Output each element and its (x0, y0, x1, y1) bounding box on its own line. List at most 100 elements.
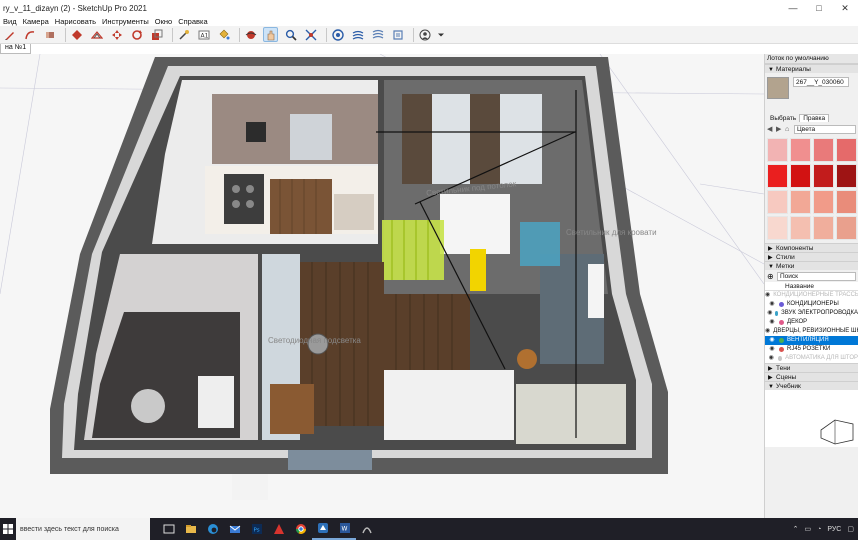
visibility-eye-icon[interactable]: ◉ (765, 291, 770, 300)
notifications-icon[interactable]: ▢ (847, 525, 854, 533)
tag-row[interactable]: ◉ АВТОМАТИКА ДЛЯ ШТОР (765, 354, 858, 363)
tab-scene-1[interactable]: на №1 (0, 44, 32, 54)
scale-icon[interactable] (149, 27, 164, 42)
color-swatch[interactable] (767, 190, 788, 214)
menu-help[interactable]: Справка (175, 17, 210, 26)
color-swatch[interactable] (790, 164, 811, 188)
tag-row[interactable]: ◉ ЗВУК ЭЛЕКТРОПРОВОДКА (765, 309, 858, 318)
tag-row[interactable]: ◉ КОНДИЦИОНЕРЫ (765, 300, 858, 309)
minimize-button[interactable]: — (780, 0, 806, 16)
visibility-eye-icon[interactable]: ◉ (765, 336, 779, 345)
panel-tags[interactable]: ▼ Метки (765, 261, 858, 270)
sketchup-icon[interactable] (312, 518, 334, 540)
zoom-extents-icon[interactable] (303, 27, 318, 42)
text-tool-icon[interactable]: A1 (196, 27, 211, 42)
pan-hand-icon[interactable] (263, 27, 278, 42)
file-explorer-icon[interactable] (180, 518, 202, 540)
color-swatch[interactable] (813, 190, 834, 214)
warehouse-icon[interactable] (330, 27, 345, 42)
autocad-icon[interactable] (268, 518, 290, 540)
panel-shadows[interactable]: ▶ Тени (765, 363, 858, 372)
offset-icon[interactable] (89, 27, 104, 42)
add-tag-icon[interactable]: ⊕ (767, 272, 777, 281)
chevron-down-icon[interactable] (437, 27, 445, 42)
tag-color-icon[interactable] (779, 347, 784, 352)
color-swatch[interactable] (767, 138, 788, 162)
color-swatch[interactable] (790, 138, 811, 162)
tag-row[interactable]: ◉ ВЕНТИЛЯЦИЯ (765, 336, 858, 345)
account-icon[interactable] (417, 27, 432, 42)
forward-arrow-icon[interactable]: ▶ (776, 125, 785, 133)
visibility-eye-icon[interactable]: ◉ (765, 354, 778, 363)
word-icon[interactable]: W (334, 518, 356, 540)
move-icon[interactable] (109, 27, 124, 42)
chevron-up-icon[interactable]: ⌃ (793, 525, 799, 533)
panel-scenes[interactable]: ▶ Сцены (765, 372, 858, 381)
tag-color-icon[interactable] (774, 311, 779, 316)
color-swatch[interactable] (836, 164, 857, 188)
color-swatch[interactable] (836, 138, 857, 162)
push-pull-icon[interactable] (69, 27, 84, 42)
menu-view[interactable]: Вид (0, 17, 20, 26)
material-name-field[interactable]: 267__Y_030060 (793, 77, 849, 87)
color-swatch[interactable] (813, 164, 834, 188)
tag-row[interactable]: ◉ДВЕРЦЫ, РЕВИЗИОННЫЕ ШКАФЫ (765, 327, 858, 336)
task-view-icon[interactable] (158, 518, 180, 540)
photoshop-icon[interactable]: Ps (246, 518, 268, 540)
volume-icon[interactable]: ◔ (817, 526, 821, 533)
tape-measure-icon[interactable] (176, 27, 191, 42)
menu-draw[interactable]: Нарисовать (52, 17, 99, 26)
back-arrow-icon[interactable]: ◀ (767, 125, 776, 133)
extension-warehouse-icon[interactable] (350, 27, 365, 42)
chrome-icon[interactable] (290, 518, 312, 540)
panel-components[interactable]: ▶ Компоненты (765, 243, 858, 252)
menu-window[interactable]: Окно (152, 17, 175, 26)
orbit-icon[interactable] (243, 27, 258, 42)
maximize-button[interactable]: □ (806, 0, 832, 16)
paint-bucket-icon[interactable] (216, 27, 231, 42)
tag-color-icon[interactable] (777, 356, 783, 361)
windows-start-icon[interactable] (0, 518, 16, 540)
tag-color-icon[interactable] (779, 338, 784, 343)
visibility-eye-icon[interactable]: ◉ (765, 300, 779, 309)
tags-search-input[interactable]: Поиск (777, 271, 856, 281)
color-swatch[interactable] (836, 216, 857, 240)
menu-tools[interactable]: Инструменты (99, 17, 152, 26)
edge-icon[interactable] (202, 518, 224, 540)
eraser-tool-icon[interactable] (42, 27, 57, 42)
tag-row[interactable]: ◉ RJ45 РОЗЕТКИ (765, 345, 858, 354)
taskbar-search[interactable]: ввести здесь текст для поиска (16, 518, 150, 540)
tag-row[interactable]: ◉ ДЕКОР (765, 318, 858, 327)
layout-icon[interactable] (370, 27, 385, 42)
panel-styles[interactable]: ▶ Стили (765, 252, 858, 261)
tag-row[interactable]: ◉ КОНДИЦИОНЕРНЫЕ ТРАССЫ (765, 291, 858, 300)
close-button[interactable]: ✕ (832, 0, 858, 16)
zoom-icon[interactable] (283, 27, 298, 42)
color-swatch[interactable] (813, 138, 834, 162)
color-swatch[interactable] (790, 190, 811, 214)
tag-color-icon[interactable] (779, 302, 784, 307)
visibility-eye-icon[interactable]: ◉ (765, 318, 779, 327)
color-swatch[interactable] (767, 164, 788, 188)
visibility-eye-icon[interactable]: ◉ (765, 345, 779, 354)
model-viewport[interactable]: Светильник под потолок Светильник для кр… (0, 54, 764, 518)
tab-edit[interactable]: Правка (799, 114, 830, 122)
panel-materials[interactable]: ▼ Материалы (765, 64, 858, 73)
color-swatch[interactable] (813, 216, 834, 240)
color-swatch[interactable] (767, 216, 788, 240)
rotate-icon[interactable] (129, 27, 144, 42)
menu-camera[interactable]: Камера (20, 17, 52, 26)
color-swatch[interactable] (836, 190, 857, 214)
mail-icon[interactable] (224, 518, 246, 540)
tab-select[interactable]: Выбрать (767, 115, 799, 122)
arc-tool-icon[interactable] (22, 27, 37, 42)
visibility-eye-icon[interactable]: ◉ (765, 309, 775, 318)
language-indicator[interactable]: РУС (827, 526, 841, 533)
network-icon[interactable]: ▭ (804, 525, 811, 533)
collection-select[interactable]: Цвета (794, 124, 856, 134)
material-swatch[interactable] (767, 77, 789, 99)
panel-instructor[interactable]: ▼ Учебник (765, 381, 858, 390)
layout-app-icon[interactable] (356, 518, 378, 540)
color-swatch[interactable] (790, 216, 811, 240)
home-icon[interactable]: ⌂ (785, 126, 794, 133)
